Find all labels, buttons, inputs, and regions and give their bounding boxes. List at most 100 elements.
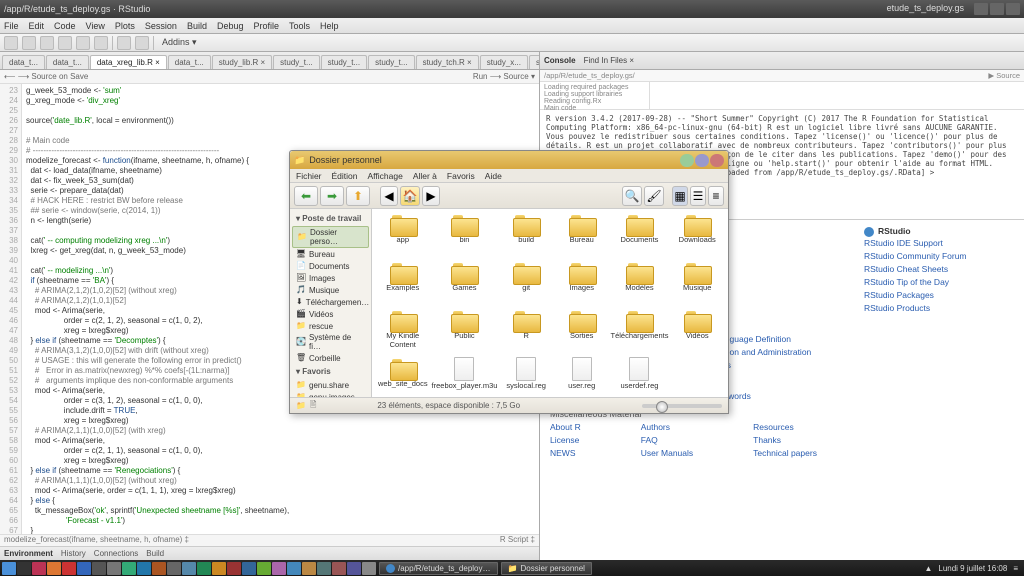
addins-dropdown[interactable]: Addins ▾ (162, 37, 197, 48)
taskbar-icon[interactable] (242, 562, 256, 575)
taskbar-icon[interactable] (347, 562, 361, 575)
fm-side-documents[interactable]: 📄Documents (292, 260, 369, 272)
nav-back-icon[interactable]: ⬅ (294, 186, 318, 206)
source-tab[interactable]: data_t... (46, 55, 89, 69)
fm-item[interactable]: Musique (670, 261, 724, 307)
taskbar-icon[interactable] (257, 562, 271, 575)
print-icon[interactable] (94, 36, 108, 50)
menu-tools[interactable]: Tools (289, 21, 310, 31)
fm-side-music[interactable]: 🎵Musique (292, 284, 369, 296)
menu-view[interactable]: View (86, 21, 105, 31)
tray-icon[interactable]: ▲ (924, 564, 932, 573)
fm-side-trash[interactable]: 🗑Corbeille (292, 352, 369, 364)
minimize-icon[interactable] (974, 3, 988, 15)
save-all-icon[interactable] (76, 36, 90, 50)
save-icon[interactable] (58, 36, 72, 50)
taskbar-icon[interactable] (302, 562, 316, 575)
taskbar-icon[interactable] (107, 562, 121, 575)
fm-side-downloads[interactable]: ⬇Téléchargemen… (292, 296, 369, 308)
fm-item[interactable]: web_site_docs (376, 357, 430, 397)
source-toolbar-right[interactable]: Run ⟶ Source ▾ (473, 72, 535, 81)
menu-profile[interactable]: Profile (254, 21, 280, 31)
fm-menu-view[interactable]: Affichage (368, 171, 403, 181)
fm-minimize-icon[interactable] (680, 154, 694, 167)
source-tab[interactable]: data_t... (168, 55, 211, 69)
fm-side-home[interactable]: 📁Dossier perso… (292, 226, 369, 248)
view-list-icon[interactable]: ☰ (690, 186, 706, 206)
fm-item[interactable]: Téléchargements (611, 309, 669, 355)
help-link[interactable]: RStudio Community Forum (864, 250, 1014, 263)
taskbar-icon[interactable] (227, 562, 241, 575)
fm-item[interactable]: freebox_player.m3u (432, 357, 498, 397)
fm-status-icon-l[interactable]: 📁 (296, 401, 306, 410)
new-project-icon[interactable] (22, 36, 36, 50)
view-compact-icon[interactable]: ≡ (708, 186, 724, 206)
fm-brush-icon[interactable]: 🖌 (644, 186, 664, 206)
console-source-btn[interactable]: ▶ Source (988, 71, 1020, 80)
fm-close-icon[interactable] (710, 154, 724, 167)
taskbar-icon[interactable] (362, 562, 376, 575)
fm-menu-fav[interactable]: Favoris (447, 171, 475, 181)
fm-side-rescue[interactable]: 📁rescue (292, 320, 369, 332)
menu-file[interactable]: File (4, 21, 19, 31)
fm-item[interactable]: R (499, 309, 553, 355)
fm-item[interactable]: Sorties (555, 309, 609, 355)
tab-environment[interactable]: Environment (4, 549, 53, 558)
menu-plots[interactable]: Plots (115, 21, 135, 31)
fm-item[interactable]: Examples (376, 261, 430, 307)
tray-icon[interactable]: ≡ (1013, 564, 1018, 573)
fm-item[interactable]: userdef.reg (611, 357, 669, 397)
view-icons-icon[interactable]: ▦ (672, 186, 688, 206)
taskbar-icon[interactable] (197, 562, 211, 575)
fm-maximize-icon[interactable] (695, 154, 709, 167)
help-link[interactable]: Thanks (753, 434, 817, 447)
menu-debug[interactable]: Debug (217, 21, 244, 31)
source-tab[interactable]: data_xreg_lib.R × (90, 55, 167, 69)
fm-item[interactable]: Documents (611, 213, 669, 259)
taskbar-icon[interactable] (32, 562, 46, 575)
help-link[interactable]: Authors (641, 421, 693, 434)
fm-fav-item[interactable]: 📁genu.share (292, 379, 369, 391)
nav-prev-icon[interactable]: ◀ (380, 186, 398, 206)
fm-status-icon-r[interactable]: 🖹 (310, 399, 316, 413)
tab-connections[interactable]: Connections (94, 549, 138, 558)
taskbar-icon[interactable] (77, 562, 91, 575)
help-link[interactable]: Resources (753, 421, 817, 434)
source-tab[interactable]: study_lib.R × (212, 55, 272, 69)
fm-item[interactable]: Images (555, 261, 609, 307)
grid-icon[interactable] (135, 36, 149, 50)
nav-next-icon[interactable]: ▶ (422, 186, 440, 206)
source-tab[interactable]: study_xmd.log · (529, 55, 539, 69)
help-link[interactable]: RStudio Tip of the Day (864, 276, 1014, 289)
fm-item[interactable]: Vidéos (670, 309, 724, 355)
source-tab[interactable]: study_t... (321, 55, 367, 69)
source-tab[interactable]: study_tch.R × (416, 55, 479, 69)
fm-item[interactable]: syslocal.reg (499, 357, 553, 397)
nav-up-icon[interactable]: ⬆ (346, 186, 370, 206)
menu-code[interactable]: Code (54, 21, 76, 31)
fm-item[interactable]: Modèles (611, 261, 669, 307)
nav-forward-icon[interactable]: ➡ (320, 186, 344, 206)
fm-zoom-slider[interactable] (642, 404, 722, 408)
taskbar-icon[interactable] (17, 562, 31, 575)
source-tab[interactable]: study_t... (368, 55, 414, 69)
help-link[interactable]: License (550, 434, 581, 447)
fm-menu-help[interactable]: Aide (485, 171, 502, 181)
close-icon[interactable] (1006, 3, 1020, 15)
menu-help[interactable]: Help (320, 21, 339, 31)
taskbar-icon[interactable] (137, 562, 151, 575)
taskbar-icon[interactable] (272, 562, 286, 575)
fm-item[interactable]: user.reg (555, 357, 609, 397)
taskbar-app-rstudio[interactable]: /app/R/etude_ts_deploy… (379, 562, 498, 575)
fm-sidebar-head-fav[interactable]: ▾ Favoris (292, 364, 369, 379)
fm-side-filesystem[interactable]: 💽Système de fi… (292, 332, 369, 352)
nav-home-icon[interactable]: 🏠 (400, 186, 420, 206)
tray-clock[interactable]: Lundi 9 juillet 16:08 (938, 564, 1007, 573)
taskbar-icon[interactable] (287, 562, 301, 575)
help-link[interactable]: Technical papers (753, 447, 817, 460)
source-tab[interactable]: study_t... (273, 55, 319, 69)
tab-history[interactable]: History (61, 549, 86, 558)
fm-side-videos[interactable]: 🎬Vidéos (292, 308, 369, 320)
taskbar-icon[interactable] (92, 562, 106, 575)
fm-item[interactable]: Public (432, 309, 498, 355)
